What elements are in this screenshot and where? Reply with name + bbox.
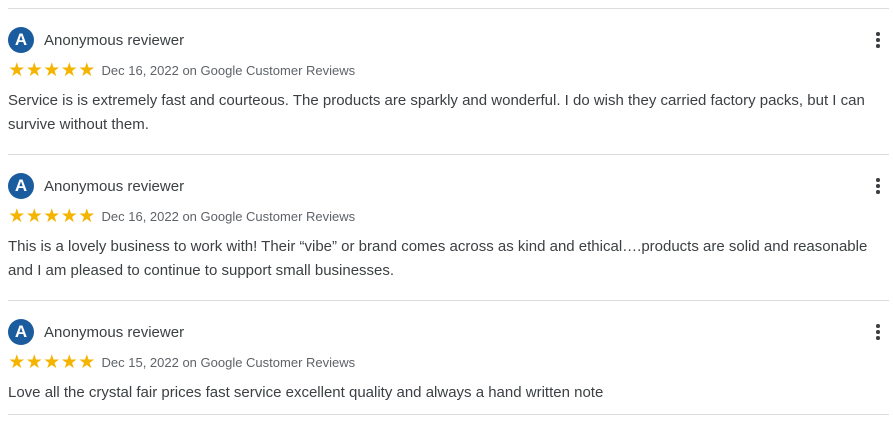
star-icon: ★: [43, 59, 61, 81]
review-text: Service is is extremely fast and courteo…: [8, 92, 865, 133]
author-name: Anonymous reviewer: [44, 323, 185, 341]
review-item: A Anonymous reviewer ★ ★ ★ ★ ★ Dec 16, 2022 …: [8, 9, 889, 154]
star-icon: ★: [60, 351, 78, 373]
review-header: A Anonymous reviewer: [8, 319, 184, 345]
review-meta: ★ ★ ★ ★ ★ Dec 15, 2022 on Google Customer Re…: [8, 351, 356, 373]
more-vert-icon[interactable]: [871, 321, 885, 343]
review-meta: ★ ★ ★ ★ ★ Dec 16, 2022 on Google Customer Re…: [8, 205, 356, 227]
review-text: Love all the crystal fair prices fast se…: [8, 384, 604, 401]
review-text: This is a lovely business to work with! …: [8, 238, 868, 279]
star-rating: ★ ★ ★ ★ ★: [8, 351, 96, 373]
star-icon: ★: [78, 59, 96, 81]
star-icon: ★: [60, 205, 78, 227]
avatar: A: [8, 27, 34, 53]
star-icon: ★: [43, 351, 61, 373]
divider: [8, 414, 889, 415]
star-icon: ★: [78, 205, 96, 227]
review-date-source: Dec 16, 2022 on Google Customer Reviews: [101, 62, 356, 78]
author-name: Anonymous reviewer: [44, 177, 185, 195]
star-icon: ★: [25, 59, 43, 81]
author-name: Anonymous reviewer: [44, 31, 185, 49]
avatar: A: [8, 173, 34, 199]
star-icon: ★: [60, 59, 78, 81]
star-icon: ★: [43, 205, 61, 227]
review-header: A Anonymous reviewer: [8, 173, 184, 199]
review-item: A Anonymous reviewer ★ ★ ★ ★ ★ Dec 15, 2022 …: [8, 301, 889, 414]
star-rating: ★ ★ ★ ★ ★: [8, 59, 96, 81]
review-header: A Anonymous reviewer: [8, 27, 184, 53]
star-icon: ★: [8, 59, 26, 81]
star-icon: ★: [8, 205, 26, 227]
star-icon: ★: [78, 351, 96, 373]
review-list: A Anonymous reviewer ★ ★ ★ ★ ★ Dec 16, 2022 …: [8, 8, 889, 415]
star-rating: ★ ★ ★ ★ ★: [8, 205, 96, 227]
review-item: A Anonymous reviewer ★ ★ ★ ★ ★ Dec 16, 2022 …: [8, 155, 889, 300]
avatar: A: [8, 319, 34, 345]
more-vert-icon[interactable]: [871, 29, 885, 51]
review-date-source: Dec 16, 2022 on Google Customer Reviews: [101, 208, 356, 224]
star-icon: ★: [25, 205, 43, 227]
review-date-source: Dec 15, 2022 on Google Customer Reviews: [101, 354, 356, 370]
star-icon: ★: [25, 351, 43, 373]
star-icon: ★: [8, 351, 26, 373]
more-vert-icon[interactable]: [871, 175, 885, 197]
review-meta: ★ ★ ★ ★ ★ Dec 16, 2022 on Google Customer Re…: [8, 59, 356, 81]
